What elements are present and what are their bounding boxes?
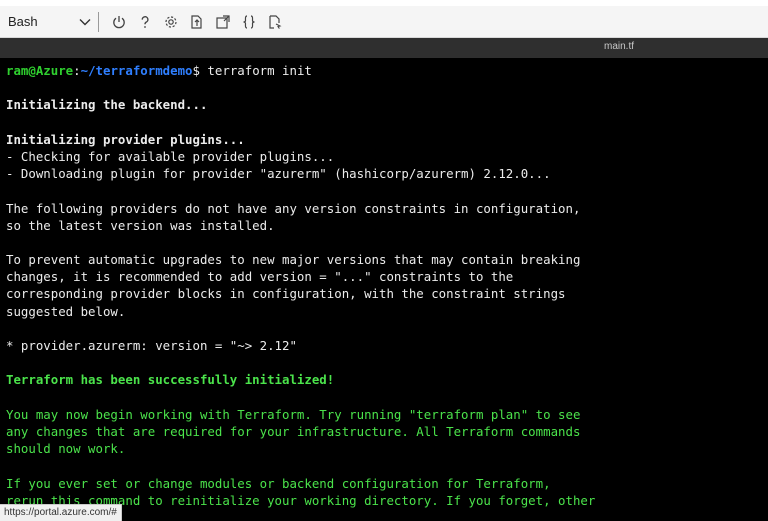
chevron-down-icon bbox=[79, 18, 91, 25]
terminal-line: any changes that are required for your i… bbox=[6, 423, 581, 439]
upload-download-icon bbox=[191, 14, 202, 29]
terminal-line: should now work. bbox=[6, 441, 126, 457]
link-status-bar: https://portal.azure.com/# bbox=[0, 504, 122, 521]
terminal-line: Initializing the backend... bbox=[6, 97, 208, 113]
terminal-line: - Checking for available provider plugin… bbox=[6, 148, 335, 164]
braces-icon bbox=[243, 14, 255, 29]
help-button[interactable] bbox=[133, 10, 157, 34]
settings-button[interactable] bbox=[159, 10, 183, 34]
toolbar-separator bbox=[98, 11, 99, 32]
terminal-line: * provider.azurerm: version = "~> 2.12" bbox=[6, 338, 297, 353]
terminal-line: changes, it is recommended to add versio… bbox=[6, 269, 514, 285]
editor-button[interactable] bbox=[237, 10, 261, 34]
terminal-prompt-line: ram@Azure:~/terraformdemo$ terraform ini… bbox=[6, 62, 768, 79]
terminal-output[interactable]: ram@Azure:~/terraformdemo$ terraform ini… bbox=[0, 58, 768, 521]
settings-icon bbox=[165, 15, 177, 28]
open-new-session-button[interactable] bbox=[211, 10, 235, 34]
terminal-success-line: Terraform has been successfully initiali… bbox=[6, 372, 335, 388]
prompt-colon: : bbox=[73, 63, 81, 78]
web-preview-button[interactable] bbox=[263, 10, 287, 34]
shell-type-label: Bash bbox=[8, 14, 38, 29]
terminal-line: The following providers do not have any … bbox=[6, 200, 581, 216]
terminal-line: Initializing provider plugins... bbox=[6, 131, 245, 147]
power-icon bbox=[113, 15, 125, 28]
editor-file-tab[interactable]: main.tf bbox=[604, 41, 634, 52]
upload-download-button[interactable] bbox=[185, 10, 209, 34]
terminal-line: If you ever set or change modules or bac… bbox=[6, 475, 551, 491]
terminal-line: suggested below. bbox=[6, 303, 126, 319]
open-session-icon bbox=[216, 14, 230, 29]
prompt-path: ~/terraformdemo bbox=[80, 63, 193, 78]
shell-type-selector[interactable]: Bash bbox=[0, 9, 98, 35]
prompt-command: $ terraform init bbox=[192, 63, 312, 78]
prompt-user: ram@Azure bbox=[6, 63, 74, 78]
restart-button[interactable] bbox=[107, 10, 131, 34]
terminal-line: corresponding provider blocks in configu… bbox=[6, 286, 566, 302]
help-icon bbox=[141, 15, 149, 28]
web-preview-icon bbox=[269, 14, 282, 29]
editor-tab-bar: main.tf bbox=[0, 38, 768, 58]
terminal-line: You may now begin working with Terraform… bbox=[6, 406, 581, 422]
terminal-line: - Downloading plugin for provider "azure… bbox=[6, 166, 551, 182]
terminal-line: so the latest version was installed. bbox=[6, 217, 275, 233]
cloud-shell-toolbar: Bash bbox=[0, 6, 768, 38]
terminal-line: To prevent automatic upgrades to new maj… bbox=[6, 252, 581, 268]
